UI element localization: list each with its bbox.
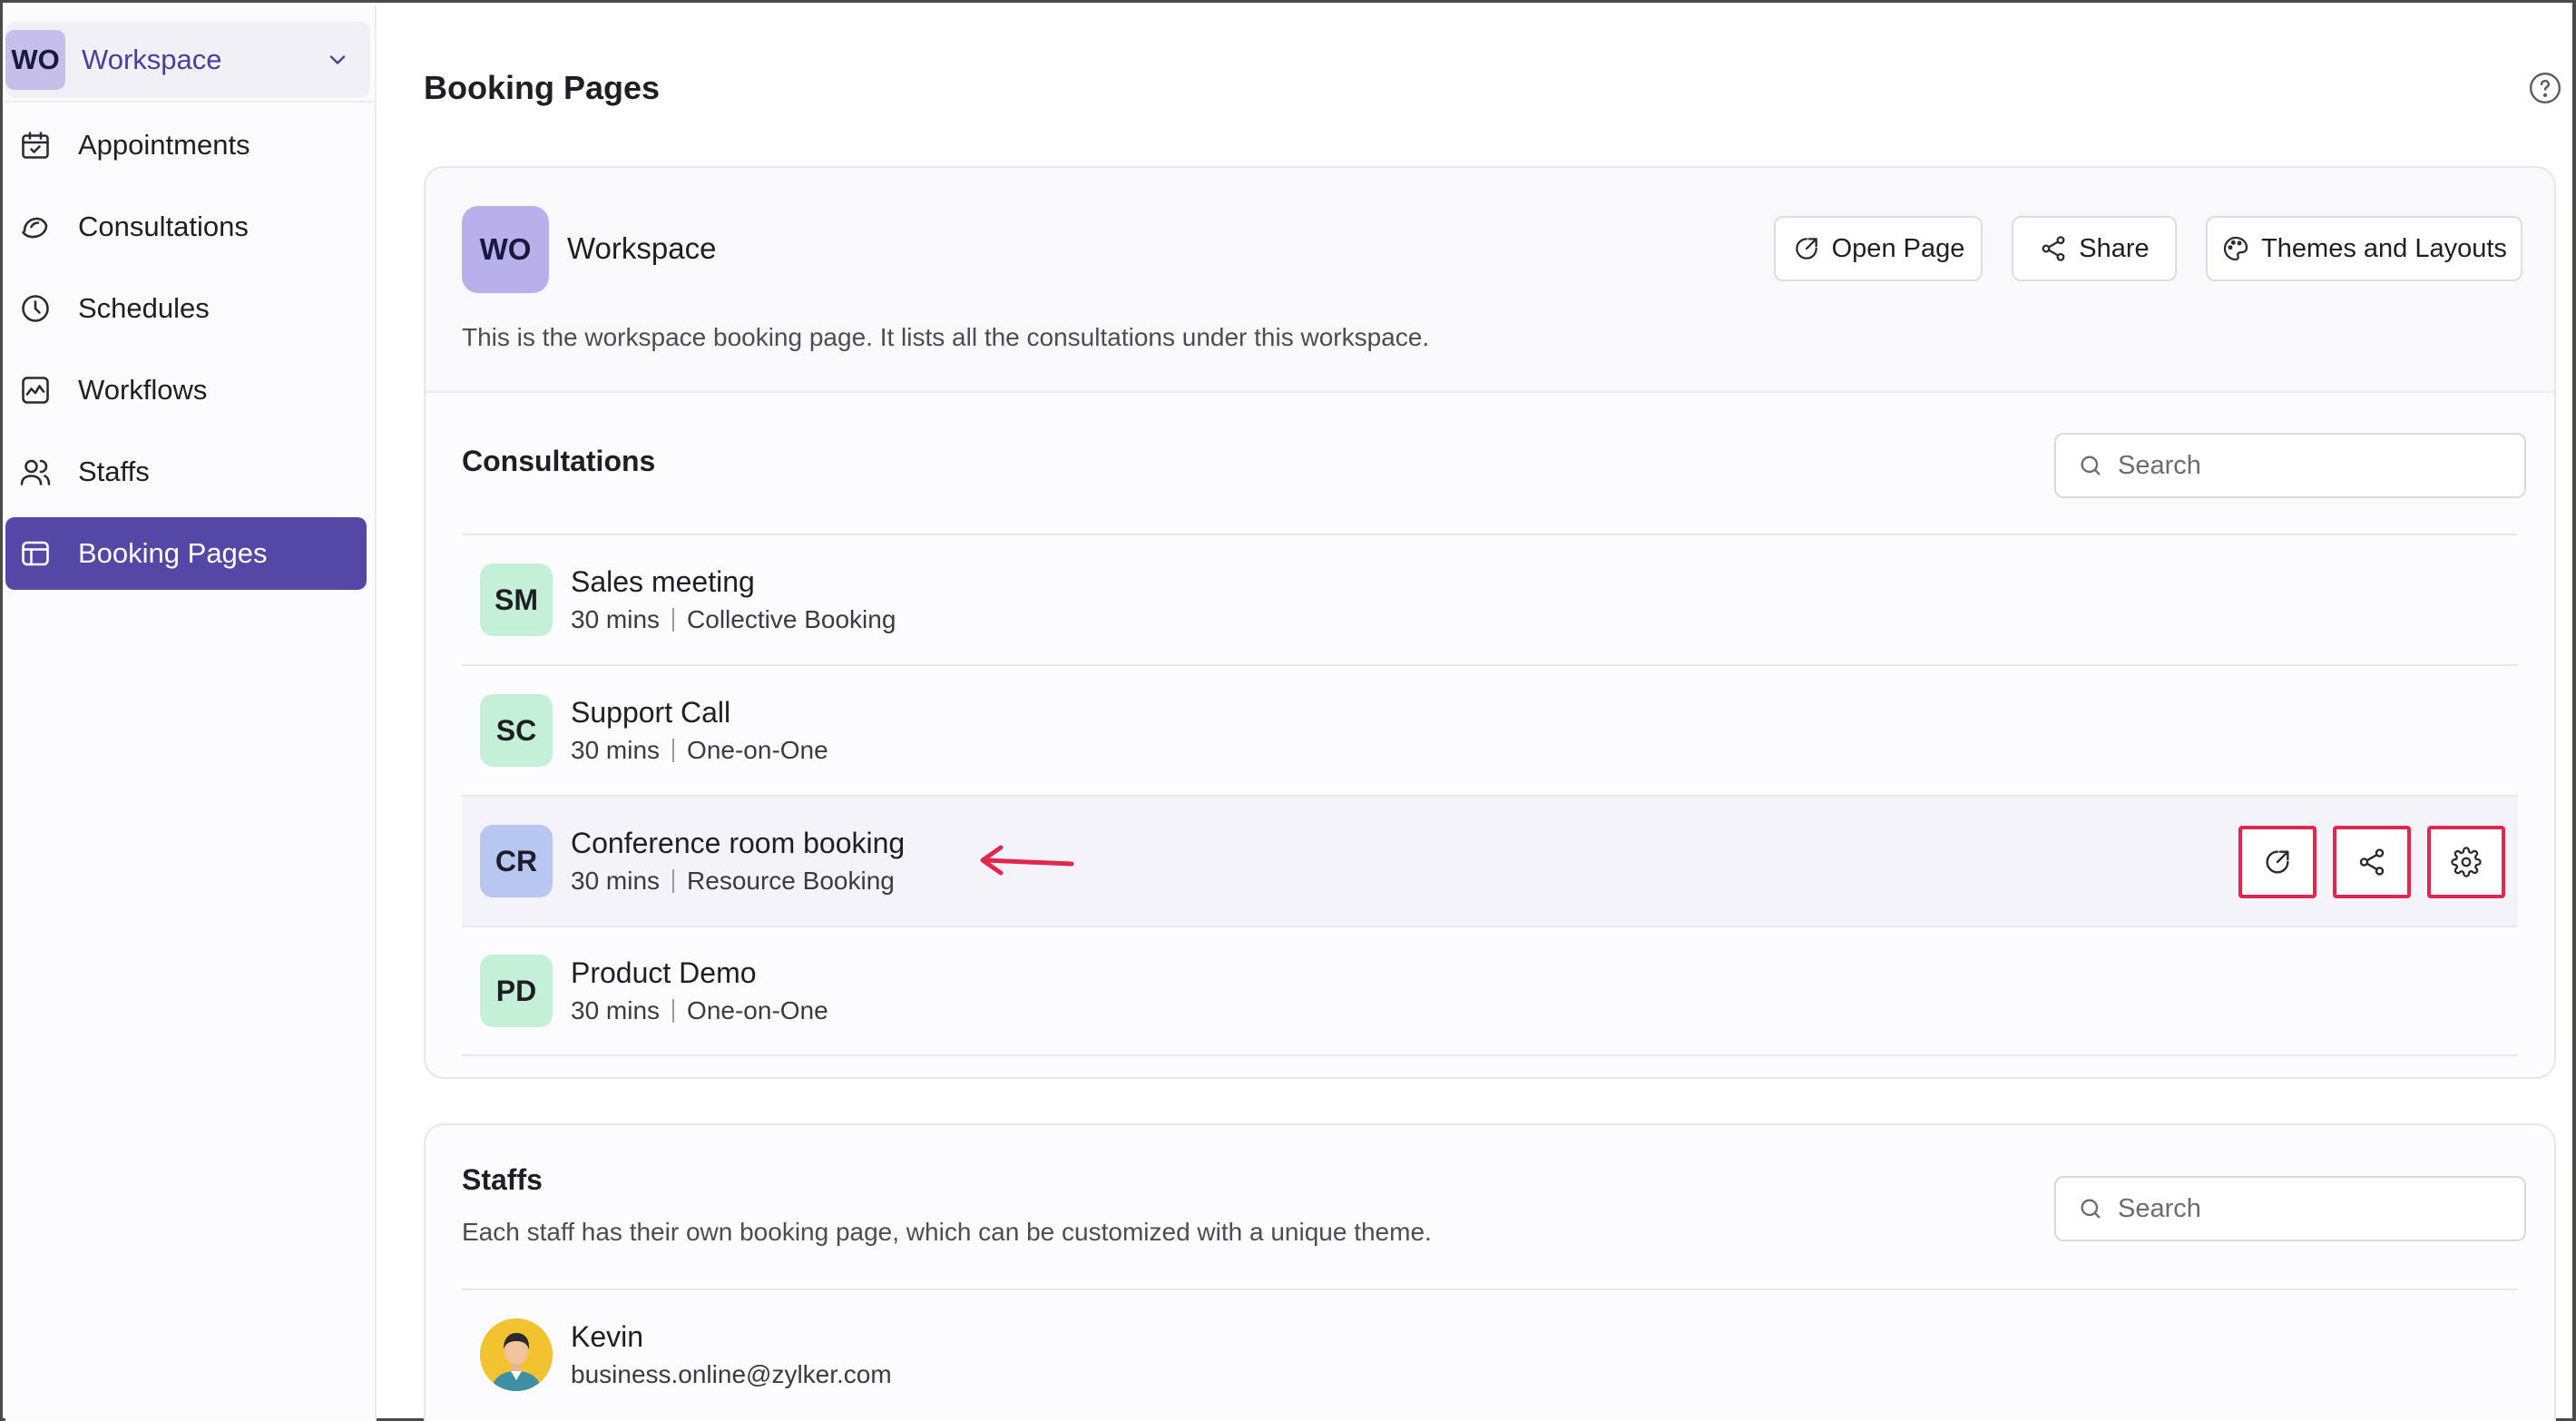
- share-button[interactable]: Share: [2012, 216, 2177, 281]
- sidebar-item-label: Consultations: [78, 211, 249, 242]
- consultations-search[interactable]: [2054, 433, 2526, 498]
- staff-row-kevin[interactable]: Kevin business.online@zylker.com: [462, 1289, 2518, 1419]
- workspace-booking-card: WO Workspace This is the workspace booki…: [424, 166, 2556, 1079]
- meta-separator: [672, 999, 675, 1023]
- open-page-label: Open Page: [1831, 233, 1965, 263]
- staffs-description: Each staff has their own booking page, w…: [462, 1218, 1432, 1246]
- consultation-type: Collective Booking: [687, 605, 896, 633]
- workspace-logo: WO: [462, 206, 549, 293]
- workspace-title: Workspace: [567, 231, 717, 265]
- staff-name: Kevin: [571, 1320, 644, 1353]
- consultation-icon: [18, 210, 53, 244]
- consultation-list: SM Sales meeting 30 mins Collective Booki…: [462, 534, 2518, 1056]
- open-external-icon: [1795, 238, 1817, 260]
- sidebar-item-label: Schedules: [78, 292, 210, 324]
- booking-page-icon: [18, 536, 53, 571]
- workspace-avatar: WO: [5, 30, 65, 90]
- sidebar-item-appointments[interactable]: Appointments: [5, 109, 367, 181]
- row-actions: [2238, 826, 2505, 898]
- search-icon: [2081, 456, 2101, 475]
- meta-separator: [672, 608, 675, 632]
- open-booking-button[interactable]: [2238, 826, 2316, 898]
- consultation-row-product-demo[interactable]: PD Product Demo 30 mins One-on-One: [462, 926, 2518, 1056]
- staffs-card: Staffs Each staff has their own booking …: [424, 1123, 2556, 1421]
- consultation-duration: 30 mins: [571, 736, 661, 764]
- consultation-row-sales-meeting[interactable]: SM Sales meeting 30 mins Collective Booki…: [462, 534, 2518, 664]
- person-icon: [480, 1318, 553, 1391]
- themes-layouts-label: Themes and Layouts: [2261, 233, 2507, 263]
- gear-icon: [2451, 847, 2482, 877]
- consultation-name: Product Demo: [571, 956, 757, 989]
- workflow-chart-icon: [18, 373, 53, 407]
- consultation-type: One-on-One: [687, 736, 828, 764]
- consultation-row-conference-room-booking[interactable]: CR Conference room booking 30 mins Resour…: [462, 795, 2518, 926]
- staff-email: business.online@zylker.com: [571, 1360, 892, 1388]
- sidebar-item-booking-pages[interactable]: Booking Pages: [5, 517, 367, 590]
- staff-avatar: [480, 1318, 553, 1391]
- consultation-name: Conference room booking: [571, 827, 906, 859]
- sidebar-item-staffs[interactable]: Staffs: [5, 436, 367, 508]
- consultation-row-support-call[interactable]: SC Support Call 30 mins One-on-One: [462, 664, 2518, 795]
- share-label: Share: [2079, 233, 2150, 263]
- consultation-avatar: SM: [480, 564, 553, 636]
- sidebar-item-workflows[interactable]: Workflows: [5, 354, 367, 426]
- consultations-title: Consultations: [462, 445, 656, 477]
- sidebar-nav: Appointments Consultations Schedules Wor…: [5, 109, 375, 599]
- consultations-search-input[interactable]: [2118, 450, 2499, 481]
- main-content: Booking Pages WO Workspace This is the w…: [377, 5, 2575, 1421]
- chevron-down-icon: [329, 55, 346, 64]
- app-window: WO Workspace Appointments Consultations: [0, 0, 2576, 1421]
- staffs-title: Staffs: [462, 1163, 543, 1196]
- open-page-button[interactable]: Open Page: [1774, 216, 1983, 281]
- search-icon: [2081, 1199, 2101, 1219]
- consultation-avatar: CR: [480, 825, 553, 897]
- workspace-card-header: WO Workspace This is the workspace booki…: [426, 168, 2554, 393]
- consultation-name: Sales meeting: [571, 565, 755, 598]
- consultation-name: Support Call: [571, 696, 731, 729]
- page-title: Booking Pages: [424, 69, 661, 106]
- workspace-switcher-name: Workspace: [82, 44, 222, 75]
- staffs-search-input[interactable]: [2118, 1193, 2499, 1224]
- share-icon: [2359, 848, 2385, 876]
- consultation-type: Resource Booking: [687, 867, 895, 895]
- calendar-check-icon: [18, 128, 53, 162]
- sidebar-item-label: Workflows: [78, 374, 208, 406]
- sidebar-item-schedules[interactable]: Schedules: [5, 272, 367, 345]
- consultation-duration: 30 mins: [571, 605, 661, 633]
- staff-list: Kevin business.online@zylker.com: [462, 1289, 2518, 1419]
- consultation-avatar: SC: [480, 694, 553, 767]
- share-booking-button[interactable]: [2333, 826, 2411, 898]
- sidebar-item-label: Appointments: [78, 129, 250, 161]
- sidebar-item-consultations[interactable]: Consultations: [5, 191, 367, 263]
- sidebar: WO Workspace Appointments Consultations: [5, 5, 377, 1421]
- meta-separator: [672, 869, 675, 893]
- clock-icon: [18, 291, 53, 326]
- workspace-switcher[interactable]: WO Workspace: [5, 22, 370, 98]
- consultation-duration: 30 mins: [571, 996, 661, 1024]
- staffs-search[interactable]: [2054, 1176, 2526, 1241]
- share-icon: [2042, 236, 2065, 261]
- sidebar-divider: [5, 101, 375, 103]
- workspace-description: This is the workspace booking page. It l…: [462, 323, 1430, 351]
- help-icon[interactable]: [2528, 71, 2562, 105]
- booking-settings-button[interactable]: [2427, 826, 2505, 898]
- palette-icon: [2223, 236, 2248, 261]
- sidebar-item-label: Booking Pages: [78, 537, 268, 569]
- pointer-arrow-icon: [980, 845, 1074, 876]
- consultation-avatar: PD: [480, 955, 553, 1027]
- open-external-icon: [2266, 850, 2289, 874]
- staff-users-icon: [18, 455, 53, 489]
- themes-layouts-button[interactable]: Themes and Layouts: [2206, 216, 2522, 281]
- sidebar-item-label: Staffs: [78, 456, 150, 487]
- consultation-duration: 30 mins: [571, 867, 661, 895]
- meta-separator: [672, 739, 675, 762]
- consultation-type: One-on-One: [687, 996, 828, 1024]
